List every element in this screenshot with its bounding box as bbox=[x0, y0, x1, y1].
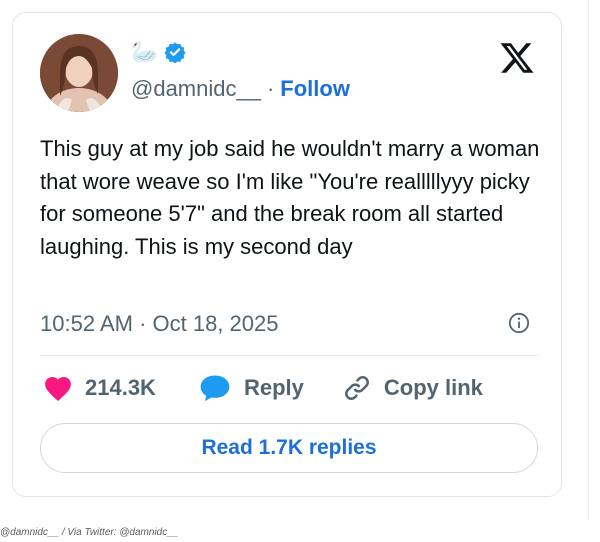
reply-bubble-icon bbox=[200, 375, 230, 402]
reply-label: Reply bbox=[243, 375, 304, 400]
like-button[interactable]: 214.3K bbox=[43, 374, 156, 402]
page-edge-divider bbox=[588, 0, 589, 520]
read-replies-button[interactable]: Read 1.7K replies bbox=[40, 423, 538, 473]
action-bar: 214.3K Reply Copy link bbox=[43, 373, 483, 403]
info-icon[interactable] bbox=[508, 312, 530, 334]
swan-emoji-icon: 🦢 bbox=[131, 39, 159, 64]
heart-icon bbox=[45, 377, 71, 401]
copy-link-label: Copy link bbox=[383, 375, 483, 400]
divider bbox=[40, 355, 540, 356]
tweet-text: This guy at my job said he wouldn't marr… bbox=[40, 136, 540, 259]
copy-link-button[interactable]: Copy link bbox=[342, 373, 483, 403]
verified-badge-icon bbox=[164, 42, 186, 63]
handle-row: @damnidc__ · Follow bbox=[131, 76, 350, 102]
image-credit-caption: @damnidc__ / Via Twitter: @damnidc__ bbox=[0, 527, 179, 538]
tweet-timestamp[interactable]: 10:52 AM · Oct 18, 2025 bbox=[40, 311, 278, 337]
display-name-row: 🦢 bbox=[131, 41, 186, 63]
like-count: 214.3K bbox=[85, 375, 156, 400]
avatar[interactable] bbox=[40, 34, 118, 112]
x-logo-icon[interactable] bbox=[499, 40, 535, 76]
handle-separator: · bbox=[266, 76, 275, 101]
tweet-card: 🦢 @damnidc__ · Follow This guy at my job… bbox=[12, 12, 562, 497]
user-handle[interactable]: @damnidc__ bbox=[131, 76, 261, 102]
link-icon bbox=[344, 376, 369, 400]
follow-link[interactable]: Follow bbox=[280, 76, 350, 102]
reply-button[interactable]: Reply bbox=[198, 373, 304, 403]
